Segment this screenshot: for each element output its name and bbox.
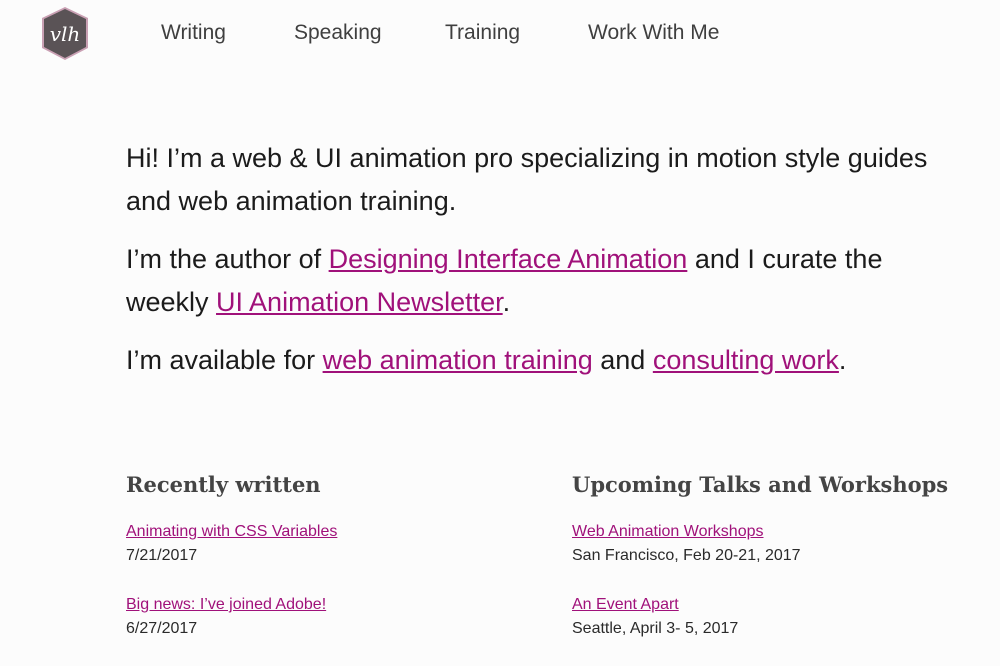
upcoming-talks-section: Upcoming Talks and Workshops Web Animati… <box>572 470 952 666</box>
intro-text: . <box>502 287 511 317</box>
event-link[interactable]: An Event Apart <box>572 593 952 617</box>
list-item: An Event Apart Seattle, April 3- 5, 2017 <box>572 593 952 641</box>
section-heading: Recently written <box>126 472 321 497</box>
nav-link-speaking[interactable]: Speaking <box>294 20 382 46</box>
nav-link-training[interactable]: Training <box>445 20 520 46</box>
recently-written-section: Recently written Animating with CSS Vari… <box>126 470 506 666</box>
list-item: Animating with CSS Variables 7/21/2017 <box>126 520 506 568</box>
nav-link-work-with-me[interactable]: Work With Me <box>588 20 719 46</box>
section-heading: Upcoming Talks and Workshops <box>572 472 949 497</box>
article-link[interactable]: Big news: I’ve joined Adobe! <box>126 593 506 617</box>
intro-text: I’m available for <box>126 345 323 375</box>
consulting-link[interactable]: consulting work <box>653 345 839 375</box>
book-link[interactable]: Designing Interface Animation <box>329 244 688 274</box>
training-link[interactable]: web animation training <box>323 345 593 375</box>
newsletter-link[interactable]: UI Animation Newsletter <box>216 287 503 317</box>
intro-section: Hi! I’m a web & UI animation pro special… <box>126 137 966 397</box>
event-link[interactable]: Web Animation Workshops <box>572 520 952 544</box>
nav-link-writing[interactable]: Writing <box>161 20 226 46</box>
article-date: 6/27/2017 <box>126 620 198 637</box>
list-item: Web Animation Workshops San Francisco, F… <box>572 520 952 568</box>
intro-text: . <box>838 345 847 375</box>
event-detail: Seattle, April 3- 5, 2017 <box>572 620 739 637</box>
intro-text: I’m the author of <box>126 244 329 274</box>
intro-paragraph-2: I’m the author of Designing Interface An… <box>126 238 966 324</box>
intro-paragraph-1: Hi! I’m a web & UI animation pro special… <box>126 143 928 216</box>
list-item: Big news: I’ve joined Adobe! 6/27/2017 <box>126 593 506 641</box>
article-date: 7/21/2017 <box>126 547 198 564</box>
intro-paragraph-3: I’m available for web animation training… <box>126 339 966 382</box>
event-detail: San Francisco, Feb 20-21, 2017 <box>572 547 801 564</box>
intro-text: and <box>592 345 653 375</box>
article-link[interactable]: Animating with CSS Variables <box>126 520 506 544</box>
main-nav: Writing Speaking Training Work With Me <box>0 20 1000 46</box>
